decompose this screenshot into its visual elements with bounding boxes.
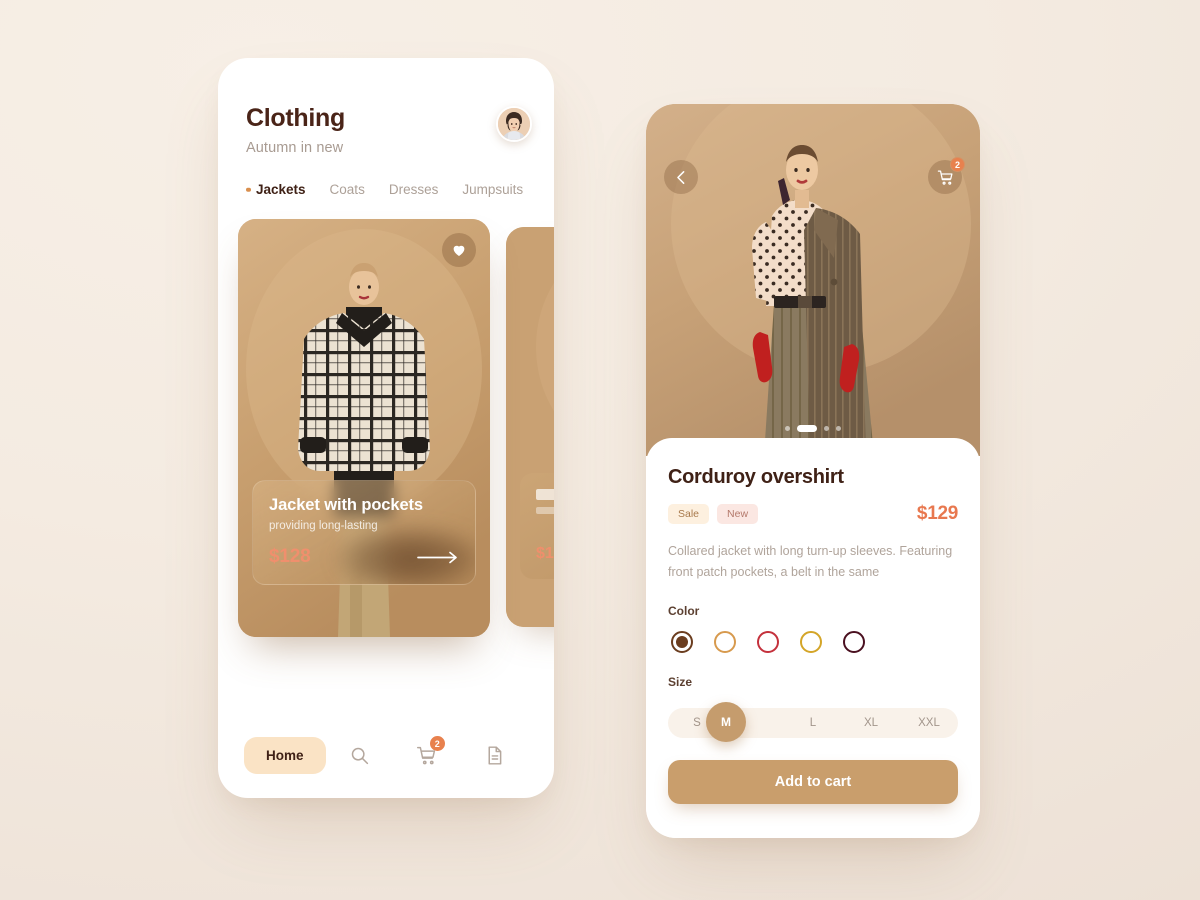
color-swatch-1[interactable] <box>671 631 693 654</box>
hero-cart-badge: 2 <box>950 157 965 172</box>
carousel-dot-3[interactable] <box>824 426 829 431</box>
product-description: providing long-lasting <box>269 520 378 532</box>
search-icon <box>351 747 368 765</box>
carousel-dot-2[interactable] <box>797 425 817 432</box>
phone-mockup-home: Clothing Autumn in new Jackets Coats Dre… <box>218 58 554 798</box>
color-swatch-3[interactable] <box>757 631 779 654</box>
favorite-button[interactable] <box>442 233 476 267</box>
product-info-panel: Jacket with pockets providing long-lasti… <box>252 480 476 585</box>
tag-new: New <box>717 504 759 524</box>
carousel-dot-4[interactable] <box>836 426 841 431</box>
product-meta-row: Sale New $129 <box>668 503 958 525</box>
hero-cart-button[interactable]: 2 <box>928 157 965 194</box>
home-header: Clothing Autumn in new <box>218 58 554 156</box>
arrow-right-icon <box>417 551 457 563</box>
add-to-cart-button[interactable]: Add to cart <box>668 760 958 804</box>
product-name-placeholder <box>536 489 554 500</box>
product-name: Jacket with pockets <box>269 496 423 514</box>
bottom-navigation: Home 2 <box>218 736 554 774</box>
tab-dresses[interactable]: Dresses <box>389 182 439 197</box>
heart-icon <box>453 245 465 256</box>
nav-cart-button[interactable]: 2 <box>393 736 461 766</box>
carousel-dot-1[interactable] <box>785 426 790 431</box>
product-price: $128 <box>269 546 311 567</box>
category-tabs: Jackets Coats Dresses Jumpsuits <box>218 156 554 197</box>
color-swatch-2[interactable] <box>714 631 736 654</box>
chevron-left-icon <box>676 170 684 184</box>
product-price: $129 <box>916 503 958 524</box>
size-label: Size <box>668 675 693 690</box>
product-price-next: $134 <box>536 545 554 562</box>
color-label: Color <box>668 604 700 619</box>
product-hero-image <box>646 104 980 456</box>
product-info-next: $134 <box>520 473 554 579</box>
product-card-next[interactable]: $134 <box>506 227 554 627</box>
size-option-xxl[interactable]: XXL <box>900 717 958 729</box>
product-hero[interactable]: 2 <box>646 104 980 456</box>
product-description: Collared jacket with long turn-up sleeve… <box>668 544 953 579</box>
nav-home-button[interactable]: Home <box>244 737 326 774</box>
product-title: Corduroy overshirt <box>668 466 844 488</box>
tab-coats[interactable]: Coats <box>330 182 365 197</box>
phone-mockup-detail: 2 Corduroy overshirt Sale New $129 Colla… <box>646 104 980 838</box>
document-icon <box>488 746 502 765</box>
color-swatches <box>668 631 958 654</box>
tab-jumpsuits[interactable]: Jumpsuits <box>462 182 523 197</box>
size-option-m-selected[interactable]: M <box>706 702 746 743</box>
size-selector: S L XL XXL M <box>668 702 958 744</box>
product-carousel[interactable]: $134 <box>218 219 554 647</box>
avatar-image <box>498 108 530 140</box>
next-product-button[interactable] <box>417 551 459 564</box>
tab-jackets[interactable]: Jackets <box>246 182 306 197</box>
size-option-xl[interactable]: XL <box>842 717 900 729</box>
product-price-row: $128 <box>269 546 459 568</box>
nav-search-button[interactable] <box>326 745 394 766</box>
color-swatch-5[interactable] <box>843 631 865 654</box>
page-title: Clothing <box>246 104 345 132</box>
carousel-indicators[interactable] <box>646 425 980 432</box>
nav-orders-button[interactable] <box>461 745 529 766</box>
tag-sale: Sale <box>668 504 710 524</box>
product-desc-placeholder <box>536 507 554 514</box>
back-button[interactable] <box>664 160 698 194</box>
color-swatch-4[interactable] <box>800 631 822 654</box>
product-detail-sheet: Corduroy overshirt Sale New $129 Collare… <box>646 438 980 838</box>
avatar[interactable] <box>496 106 532 142</box>
page-subtitle: Autumn in new <box>246 140 344 156</box>
cart-icon <box>937 169 953 185</box>
size-option-l[interactable]: L <box>784 717 842 729</box>
product-card[interactable]: Jacket with pockets providing long-lasti… <box>238 219 490 637</box>
cart-badge: 2 <box>429 736 445 751</box>
